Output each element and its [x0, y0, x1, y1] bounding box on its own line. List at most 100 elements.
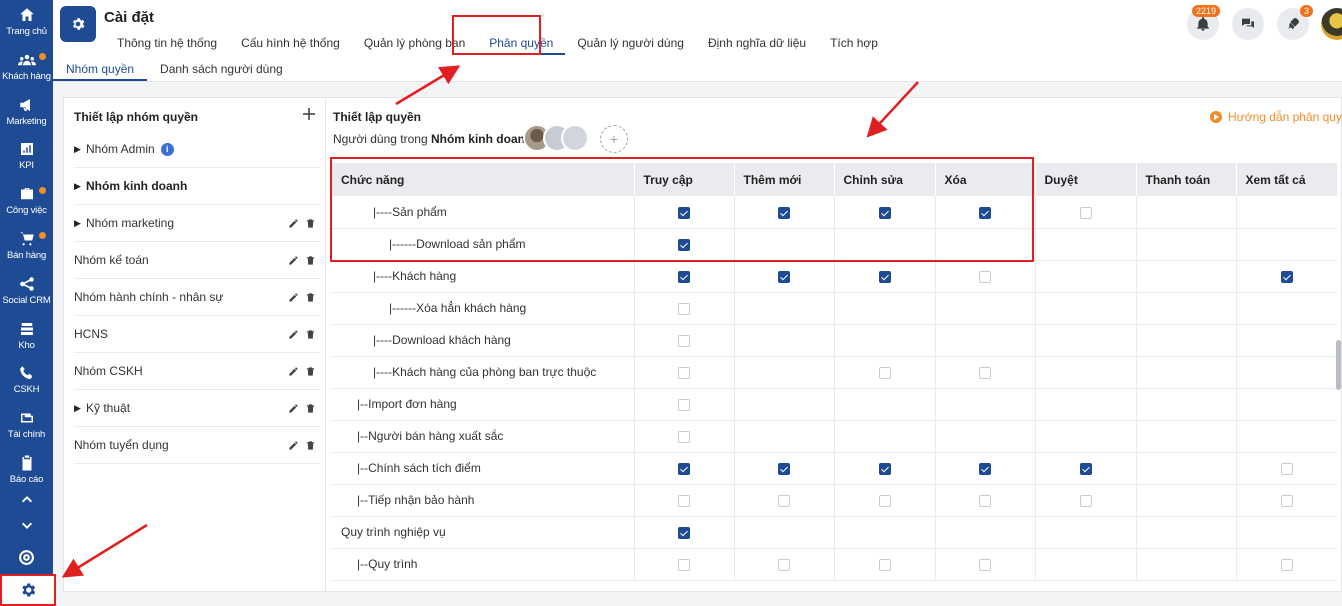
add-user-button[interactable]: + [600, 125, 628, 153]
permission-guide-link[interactable]: Hướng dẫn phân quyền [1210, 110, 1342, 124]
sidebar-item-marketing[interactable]: Marketing [0, 96, 53, 140]
group-list-item[interactable]: HCNS [74, 316, 320, 353]
permission-checkbox[interactable] [778, 206, 790, 219]
permission-checkbox[interactable] [678, 494, 690, 507]
notification-dot [39, 232, 46, 239]
group-name: Kỹ thuật [86, 401, 131, 415]
permission-checkbox[interactable] [678, 366, 690, 379]
group-list-item[interactable]: ▶ Nhóm marketing [74, 205, 320, 242]
chat-icon [1242, 18, 1254, 28]
caret-right-icon[interactable]: ▶ [74, 144, 83, 155]
subtab-nhóm-quyền[interactable]: Nhóm quyền [53, 58, 148, 81]
sidebar-item-trang-chủ[interactable]: Trang chủ [0, 6, 53, 50]
chevron-up-icon[interactable] [0, 490, 53, 510]
permission-checkbox[interactable] [979, 462, 991, 475]
permission-checkbox[interactable] [678, 270, 690, 283]
permission-checkbox[interactable] [1280, 494, 1293, 507]
edit-icon[interactable] [288, 255, 299, 266]
sidebar-item-công-việc[interactable]: Công việc [0, 185, 53, 229]
column-header: Chỉnh sửa [834, 163, 936, 196]
permission-checkbox[interactable] [979, 366, 991, 379]
group-list-item[interactable]: Nhóm CSKH [74, 353, 320, 390]
settings-nav-button[interactable] [0, 574, 56, 606]
trash-icon[interactable] [305, 366, 316, 377]
permission-checkbox[interactable] [878, 366, 891, 379]
permission-cell [634, 292, 735, 325]
permission-checkbox[interactable] [1079, 206, 1092, 219]
permission-checkbox[interactable] [678, 334, 690, 347]
permission-checkbox[interactable] [979, 558, 991, 571]
permission-checkbox[interactable] [878, 270, 891, 283]
caret-right-icon[interactable]: ▶ [74, 403, 83, 414]
permission-checkbox[interactable] [678, 206, 690, 219]
permission-checkbox[interactable] [678, 238, 690, 251]
group-list-item[interactable]: ▶ Nhóm Admin i [74, 131, 320, 168]
add-group-button[interactable] [301, 106, 317, 122]
permission-checkbox[interactable] [979, 270, 991, 283]
trash-icon[interactable] [305, 218, 316, 229]
sidebar-item-social-crm[interactable]: Social CRM [0, 275, 53, 319]
tab-quản-lý-người-dùng[interactable]: Quản lý người dùng [565, 33, 696, 55]
info-icon[interactable]: i [160, 142, 174, 156]
edit-icon[interactable] [288, 403, 299, 414]
edit-icon[interactable] [288, 292, 299, 303]
permission-checkbox[interactable] [678, 430, 690, 443]
edit-icon[interactable] [288, 366, 299, 377]
rocket-button[interactable]: 3 [1277, 5, 1314, 40]
permission-cell [1136, 452, 1237, 485]
permission-checkbox[interactable] [678, 302, 690, 315]
trash-icon[interactable] [305, 329, 316, 340]
user-avatar[interactable] [1321, 8, 1342, 40]
permission-checkbox[interactable] [878, 462, 891, 475]
trash-icon[interactable] [305, 255, 316, 266]
subtab-danh-sách-người-dùng[interactable]: Danh sách người dùng [147, 58, 296, 81]
sidebar-item-bán-hàng[interactable]: Bán hàng [0, 230, 53, 274]
tab-định-nghĩa-dữ-liệu[interactable]: Định nghĩa dữ liệu [696, 33, 818, 55]
permission-checkbox[interactable] [1079, 462, 1092, 475]
permission-checkbox[interactable] [778, 494, 790, 507]
permission-checkbox[interactable] [1280, 462, 1293, 475]
permission-checkbox[interactable] [878, 494, 891, 507]
sidebar-item-khách-hàng[interactable]: Khách hàng [0, 51, 53, 95]
trash-icon[interactable] [305, 440, 316, 451]
edit-icon[interactable] [288, 329, 299, 340]
tab-tích-hợp[interactable]: Tích hợp [818, 33, 890, 55]
permission-checkbox[interactable] [979, 206, 991, 219]
permission-checkbox[interactable] [1079, 494, 1092, 507]
permission-checkbox[interactable] [678, 526, 690, 539]
permission-checkbox[interactable] [979, 494, 991, 507]
permission-checkbox[interactable] [678, 558, 690, 571]
group-list-item[interactable]: Nhóm kế toán [74, 242, 320, 279]
avatar[interactable] [561, 124, 589, 152]
sidebar-item-kpi[interactable]: KPI [0, 140, 53, 184]
permission-checkbox[interactable] [778, 270, 790, 283]
group-list-item[interactable]: ▶ Kỹ thuật [74, 390, 320, 427]
permission-checkbox[interactable] [1280, 270, 1293, 283]
trash-icon[interactable] [305, 292, 316, 303]
trash-icon[interactable] [305, 403, 316, 414]
permission-checkbox[interactable] [778, 558, 790, 571]
permission-checkbox[interactable] [778, 462, 790, 475]
permission-checkbox[interactable] [1280, 558, 1293, 571]
support-icon[interactable] [0, 547, 53, 567]
scrollbar[interactable] [1336, 340, 1341, 390]
group-list-item[interactable]: Nhóm hành chính - nhân sự [74, 279, 320, 316]
tab-thông-tin-hệ-thống[interactable]: Thông tin hệ thống [105, 33, 229, 55]
edit-icon[interactable] [288, 440, 299, 451]
group-list-item[interactable]: Nhóm tuyển dụng [74, 427, 320, 464]
chat-button[interactable] [1232, 8, 1264, 40]
sidebar-item-kho[interactable]: Kho [0, 320, 53, 364]
permission-checkbox[interactable] [878, 558, 891, 571]
notification-button[interactable]: 2219 [1187, 5, 1221, 40]
caret-right-icon[interactable]: ▶ [74, 218, 83, 229]
sidebar-item-tài-chính[interactable]: Tài chính [0, 409, 53, 453]
permission-checkbox[interactable] [678, 462, 690, 475]
edit-icon[interactable] [288, 218, 299, 229]
caret-right-icon[interactable]: ▶ [74, 181, 83, 192]
permission-checkbox[interactable] [678, 398, 690, 411]
group-list-item[interactable]: ▶ Nhóm kinh doanh [74, 168, 320, 205]
permission-checkbox[interactable] [878, 206, 891, 219]
chevron-down-icon[interactable] [0, 515, 53, 535]
tab-cấu-hình-hệ-thống[interactable]: Cấu hình hệ thống [229, 33, 352, 55]
sidebar-item-cskh[interactable]: CSKH [0, 364, 53, 408]
